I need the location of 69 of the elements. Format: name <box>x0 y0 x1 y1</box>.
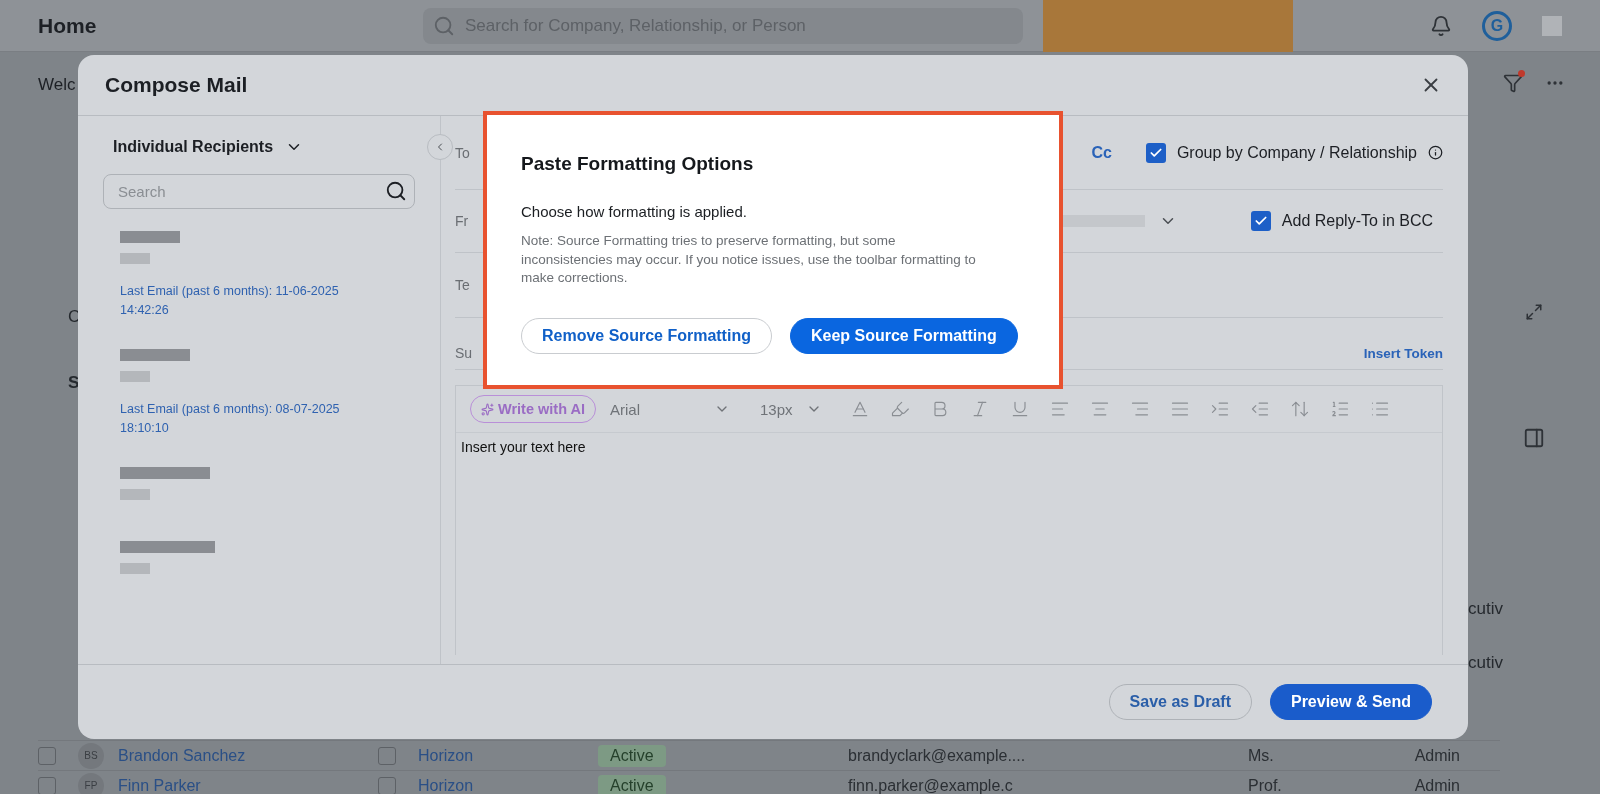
panel-icon[interactable] <box>1523 427 1545 449</box>
bell-icon[interactable] <box>1430 14 1452 37</box>
underline-icon[interactable] <box>1010 399 1030 419</box>
font-select[interactable]: Arial <box>610 400 730 418</box>
numbered-list-icon[interactable] <box>1330 399 1350 419</box>
checkbox-label: Add Reply-To in BCC <box>1281 212 1433 230</box>
text-color-icon[interactable] <box>850 399 870 419</box>
check-icon <box>1253 214 1268 228</box>
insert-token-link[interactable]: Insert Token <box>1363 346 1443 361</box>
redacted-block <box>120 563 150 574</box>
highlighter-icon[interactable] <box>890 399 910 419</box>
search-icon[interactable] <box>385 180 407 202</box>
avatar: FP <box>78 772 104 794</box>
field-label: Te <box>455 277 470 293</box>
table-cell: Admin <box>1414 776 1460 794</box>
checkbox[interactable] <box>38 776 56 794</box>
table-cell: Ms. <box>1248 746 1274 765</box>
body-text[interactable]: Insert your text here <box>456 433 591 461</box>
redacted-block <box>120 231 180 243</box>
redacted-block <box>120 489 150 500</box>
page-title: Home <box>38 13 98 38</box>
keep-formatting-button[interactable]: Keep Source Formatting <box>789 317 1018 354</box>
preview-send-button[interactable]: Preview & Send <box>1269 684 1432 720</box>
company-link[interactable]: Horizon <box>418 746 474 765</box>
company-icon <box>378 746 396 765</box>
collapse-button[interactable] <box>427 134 453 160</box>
greeting-text: Welc <box>38 75 76 95</box>
avatar: BS <box>78 742 104 769</box>
dialog-note: Note: Source Formatting tries to preserve formatting, but some inconsistencies may occur. If you notice issues, use the toolbar formatting to make corrections. <box>521 232 977 287</box>
section-subtitle: S <box>68 373 80 393</box>
expand-icon[interactable] <box>1525 303 1543 321</box>
field-label: Su <box>455 345 473 361</box>
sparkle-icon <box>481 402 494 416</box>
redacted-block <box>120 371 150 382</box>
status-badge: Active <box>598 744 666 767</box>
field-label: Fr <box>455 213 469 229</box>
table-cell: finn.parker@example.c <box>848 776 1013 794</box>
checkbox[interactable] <box>1145 142 1166 163</box>
table-cell: Admin <box>1414 746 1460 765</box>
table-cell: cutiv <box>1468 599 1503 619</box>
size-select[interactable]: 13px <box>760 400 822 418</box>
search-icon <box>433 14 455 37</box>
cc-link[interactable]: Cc <box>1091 143 1112 162</box>
line-height-icon[interactable] <box>1290 399 1310 419</box>
redacted-block <box>1542 15 1562 36</box>
company-icon <box>378 776 396 794</box>
dialog-title: Paste Formatting Options <box>521 153 755 175</box>
avatar[interactable]: G <box>1482 10 1512 41</box>
filter-icon[interactable] <box>1503 73 1523 93</box>
contact-link[interactable]: Brandon Sanchez <box>118 746 246 765</box>
last-email-text: Last Email (past 6 months): 11-06-2025 14:42:26 <box>120 283 340 319</box>
checkbox[interactable] <box>1250 211 1271 231</box>
dialog-title: Compose Mail <box>105 73 248 97</box>
table-cell: Prof. <box>1248 776 1282 794</box>
checkbox[interactable] <box>38 746 56 765</box>
last-email-text: Last Email (past 6 months): 08-07-2025 18:10:10 <box>120 401 341 437</box>
checkbox-label: Group by Company / Relationship <box>1176 143 1417 162</box>
redacted-block <box>120 253 150 264</box>
recipients-dropdown[interactable]: Individual Recipients <box>103 136 304 158</box>
redacted-block <box>120 349 190 361</box>
search-field[interactable]: Search <box>103 174 415 209</box>
company-link[interactable]: Horizon <box>418 776 474 794</box>
dialog-prompt: Choose how formatting is applied. <box>521 203 748 220</box>
field-label: To <box>455 144 470 161</box>
status-badge: Active <box>598 774 666 794</box>
contact-link[interactable]: Finn Parker <box>118 776 201 794</box>
table-cell: brandyclark@example.... <box>848 746 1026 765</box>
table-cell: cutiv <box>1468 653 1503 673</box>
info-icon[interactable] <box>1428 145 1443 160</box>
